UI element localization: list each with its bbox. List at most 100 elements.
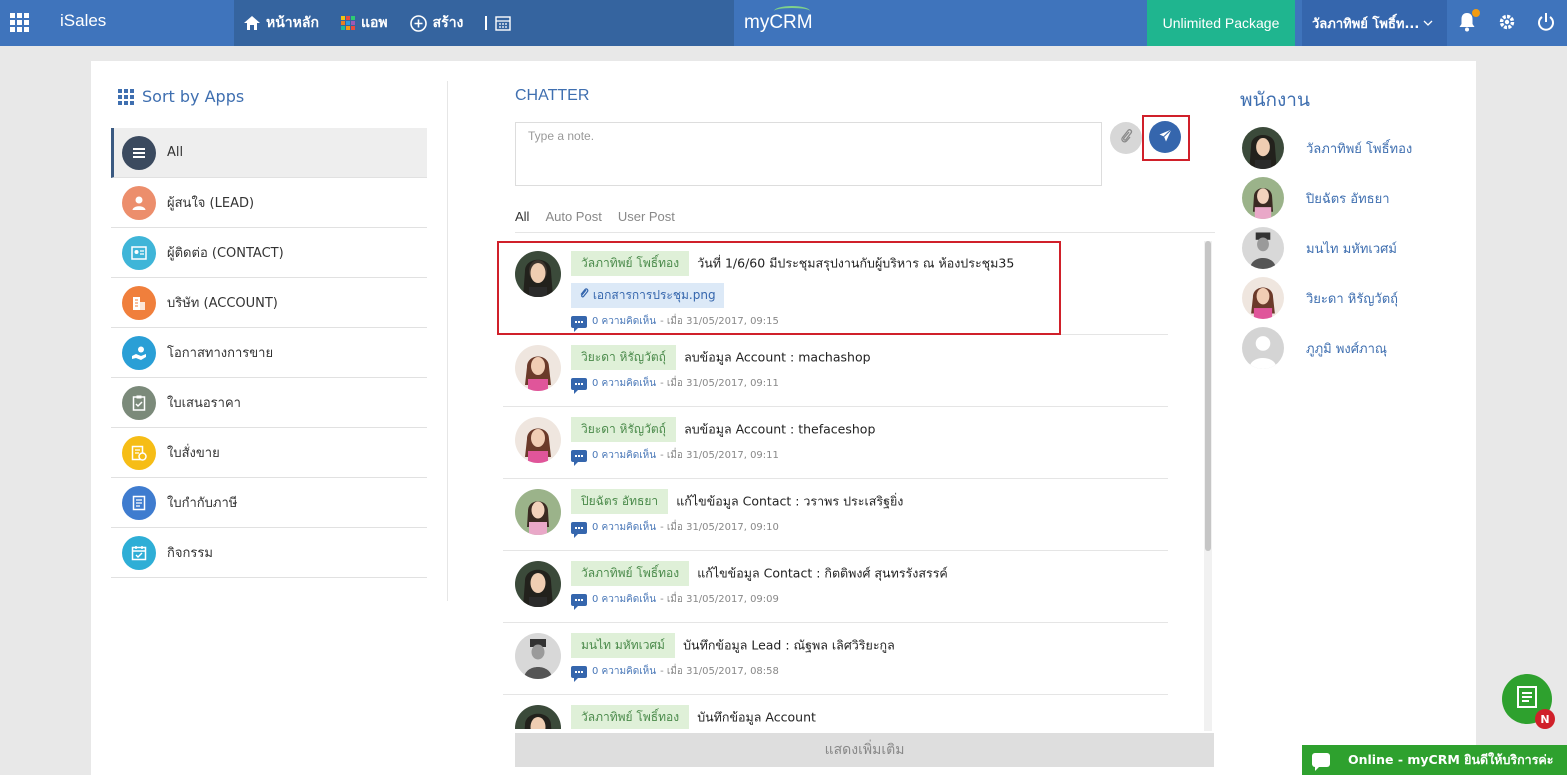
avatar[interactable] (515, 417, 561, 463)
online-chat-label: Online - myCRM ยินดีให้บริการค่ะ (1348, 752, 1554, 767)
nav-create[interactable]: สร้าง (409, 12, 464, 34)
post-date: - เมื่อ 31/05/2017, 09:09 (660, 594, 779, 605)
post-author[interactable]: วิยะดา หิรัญวัตถุ์ (571, 345, 676, 370)
avatar[interactable] (515, 633, 561, 679)
avatar (1242, 177, 1284, 219)
tab-auto-post[interactable]: Auto Post (545, 209, 601, 232)
employee-item[interactable]: ปิยฉัตร อัทธยา (1242, 173, 1412, 223)
post-text: ลบข้อมูล Account : thefaceshop (684, 421, 876, 437)
app-filter-contact[interactable]: ผู้ติดต่อ (CONTACT) (111, 228, 427, 278)
online-chat-bar[interactable]: Online - myCRM ยินดีให้บริการค่ะ (1302, 745, 1567, 775)
post-author[interactable]: วัลภาทิพย์ โพธิ์ทอง (571, 561, 690, 586)
brand-name[interactable]: iSales (60, 11, 106, 31)
employee-name: มนไท มหัทเวศม์ (1306, 241, 1397, 257)
user-menu[interactable]: วัลภาทิพย์ โพธิ์ท... (1302, 0, 1447, 46)
comment-count[interactable]: 0 ความคิดเห็น (592, 376, 656, 391)
show-more-button[interactable]: แสดงเพิ่มเติม (515, 733, 1214, 767)
post-text: ลบข้อมูล Account : machashop (684, 349, 871, 365)
hand-coin-icon (122, 335, 156, 370)
employee-item[interactable]: มนไท มหัทเวศม์ (1242, 223, 1412, 273)
employee-name: ภูภูมิ พงศ์ภาณุ (1306, 341, 1387, 357)
attach-button[interactable] (1110, 122, 1142, 154)
tab-user-post[interactable]: User Post (618, 209, 675, 232)
feed-scrollbar[interactable] (1204, 241, 1212, 731)
feed-post: วัลภาทิพย์ โพธิ์ทอง บันทึกข้อมูล Account (503, 695, 1168, 729)
avatar[interactable] (515, 489, 561, 535)
gear-icon[interactable] (1497, 12, 1517, 34)
feed-post: วิยะดา หิรัญวัตถุ์ ลบข้อมูล Account : ma… (503, 335, 1168, 407)
avatar[interactable] (515, 561, 561, 607)
comment-icon[interactable] (571, 665, 587, 682)
calendar-icon (122, 535, 156, 570)
nav-create-label: สร้าง (432, 15, 464, 31)
app-filter-all[interactable]: All (111, 128, 427, 178)
comment-count[interactable]: 0 ความคิดเห็น (592, 448, 656, 463)
app-filter-activity[interactable]: กิจกรรม (111, 528, 427, 578)
grid-icon (118, 88, 134, 105)
order-icon (122, 435, 156, 470)
mycrm-logo: myCRM (744, 6, 813, 34)
scrollbar-thumb[interactable] (1205, 241, 1211, 551)
main-panel: Sort by Apps All ผู้สนใจ (LEAD) ผู้ติดต่… (91, 61, 1476, 775)
app-filter-lead[interactable]: ผู้สนใจ (LEAD) (111, 178, 427, 228)
employee-item[interactable]: ภูภูมิ พงศ์ภาณุ (1242, 323, 1412, 373)
post-author[interactable]: มนไท มหัทเวศม์ (571, 633, 675, 658)
avatar (1242, 227, 1284, 269)
feed-post: มนไท มหัทเวศม์ บันทึกข้อมูล Lead : ณัฐพล… (503, 623, 1168, 695)
app-filter-invoice[interactable]: ใบกำกับภาษี (111, 478, 427, 528)
person-icon (122, 185, 156, 220)
post-date: - เมื่อ 31/05/2017, 08:58 (660, 666, 779, 677)
app-filter-sales-order[interactable]: ใบสั่งขาย (111, 428, 427, 478)
paper-plane-icon (1159, 128, 1172, 146)
note-icon (1516, 685, 1538, 713)
nav-home-label: หน้าหลัก (266, 15, 319, 31)
comment-icon[interactable] (571, 593, 587, 610)
comment-icon[interactable] (571, 449, 587, 466)
power-icon[interactable] (1537, 12, 1557, 34)
package-button[interactable]: Unlimited Package (1147, 0, 1295, 46)
comment-icon[interactable] (571, 521, 587, 538)
chat-bubble-icon (1312, 753, 1330, 771)
feed-post: วัลภาทิพย์ โพธิ์ทอง แก้ไขข้อมูล Contact … (503, 551, 1168, 623)
chatter-tabs: All Auto Post User Post (515, 209, 1215, 233)
post-author[interactable]: ปิยฉัตร อัทธยา (571, 489, 669, 514)
post-date: - เมื่อ 31/05/2017, 09:11 (660, 378, 779, 389)
avatar (1242, 127, 1284, 169)
nav-home[interactable]: หน้าหลัก (244, 12, 319, 34)
plus-circle-icon (409, 14, 427, 32)
app-filter-label: กิจกรรม (167, 546, 213, 561)
default-avatar-icon (1242, 327, 1284, 369)
nav-calendar[interactable] (495, 15, 517, 31)
app-filter-label: ผู้สนใจ (LEAD) (167, 196, 255, 211)
nav-apps[interactable]: แอพ (340, 12, 388, 34)
note-input[interactable]: Type a note. (515, 122, 1102, 186)
invoice-icon (122, 485, 156, 520)
send-button[interactable] (1149, 121, 1181, 153)
app-filter-label: All (167, 145, 184, 160)
chatter-title: CHATTER (515, 87, 590, 104)
bell-icon[interactable] (1458, 9, 1480, 34)
comment-count[interactable]: 0 ความคิดเห็น (592, 520, 656, 535)
nav-separator (485, 16, 488, 30)
employee-name: วัลภาทิพย์ โพธิ์ทอง (1306, 141, 1413, 157)
post-text: แก้ไขข้อมูล Contact : วราพร ประเสริฐยิ่ง (676, 493, 904, 509)
employee-item[interactable]: วิยะดา หิรัญวัตถุ์ (1242, 273, 1412, 323)
tab-all[interactable]: All (515, 209, 529, 232)
employee-item[interactable]: วัลภาทิพย์ โพธิ์ทอง (1242, 123, 1412, 173)
comment-count[interactable]: 0 ความคิดเห็น (592, 592, 656, 607)
home-icon (244, 16, 260, 30)
app-grid-icon[interactable] (10, 13, 30, 33)
comment-count[interactable]: 0 ความคิดเห็น (592, 664, 656, 679)
employee-name: วิยะดา หิรัญวัตถุ์ (1306, 291, 1399, 307)
avatar[interactable] (515, 345, 561, 391)
avatar[interactable] (515, 705, 561, 729)
app-filter-quotation[interactable]: ใบเสนอราคา (111, 378, 427, 428)
post-author[interactable]: วิยะดา หิรัญวัตถุ์ (571, 417, 676, 442)
app-filter-label: ใบสั่งขาย (167, 446, 220, 461)
post-text: บันทึกข้อมูล Lead : ณัฐพล เลิศวิริยะกูล (683, 637, 895, 653)
app-filter-account[interactable]: บริษัท (ACCOUNT) (111, 278, 427, 328)
post-author[interactable]: วัลภาทิพย์ โพธิ์ทอง (571, 705, 690, 729)
app-filter-label: บริษัท (ACCOUNT) (167, 296, 278, 311)
app-filter-opportunity[interactable]: โอกาสทางการขาย (111, 328, 427, 378)
comment-icon[interactable] (571, 377, 587, 394)
